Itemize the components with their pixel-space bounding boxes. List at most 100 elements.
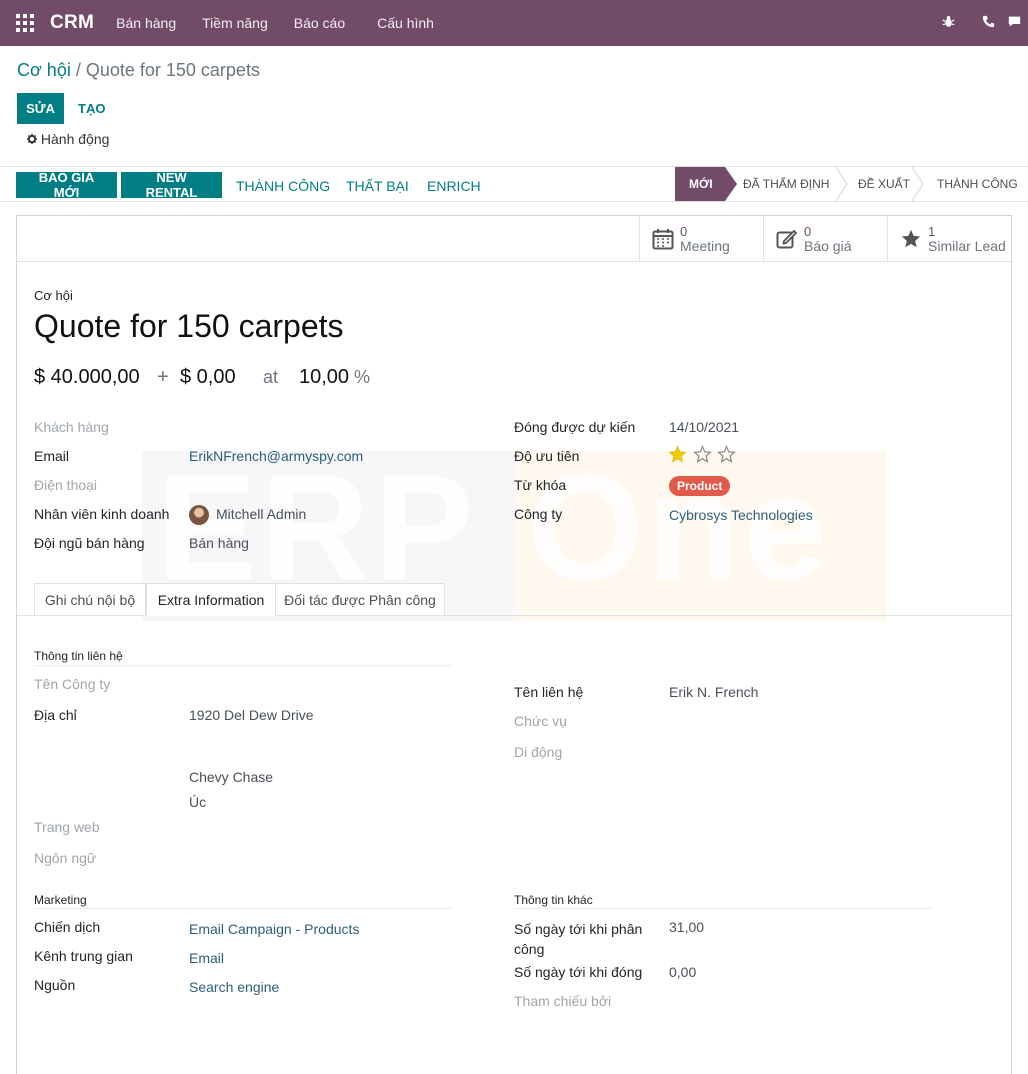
quotation-count: 0 [804, 223, 812, 239]
tags-label: Từ khóa [514, 477, 567, 493]
website-label: Trang web [34, 819, 100, 835]
medium-value[interactable]: Email [189, 950, 224, 966]
country-value[interactable]: Úc [189, 794, 206, 810]
job-position-label: Chức vụ [514, 713, 567, 729]
marketing-section-title: Marketing [34, 893, 87, 907]
app-brand[interactable]: CRM [50, 12, 94, 34]
probability-percent-sign: % [354, 367, 371, 387]
stage-separator [836, 167, 848, 201]
phone-label: Điện thoại [34, 477, 98, 493]
similar-lead-smart-button[interactable]: 1 Similar Lead [887, 216, 1011, 261]
expected-closing-label: Đóng được dự kiến [514, 419, 636, 435]
priority-label: Độ ưu tiên [514, 448, 580, 464]
tab-extra-information[interactable]: Extra Information [146, 583, 276, 616]
create-button[interactable]: TẠO [78, 101, 105, 116]
breadcrumb-parent[interactable]: Cơ hội [17, 60, 71, 80]
misc-section-title: Thông tin khác [514, 893, 593, 907]
revenue-at-label: at [263, 367, 279, 387]
company-label: Công ty [514, 506, 563, 522]
nav-menu-sales[interactable]: Bán hàng [116, 15, 176, 31]
stage-qualified-label: ĐÃ THẨM ĐỊNH [743, 177, 830, 191]
priority-star-empty-icon[interactable] [717, 445, 737, 464]
expected-closing-value[interactable]: 14/10/2021 [669, 419, 739, 435]
meeting-smart-button[interactable]: 0 Meeting [639, 216, 763, 261]
section-rule [514, 908, 932, 909]
star-icon [901, 229, 921, 247]
stage-new[interactable]: MỚI [675, 167, 737, 201]
tag-badge[interactable]: Product [669, 476, 731, 496]
enrich-button[interactable]: ENRICH [427, 178, 481, 194]
email-label: Email [34, 448, 70, 464]
edit-icon [776, 229, 798, 248]
stage-won[interactable]: THÀNH CÔNG [937, 167, 1018, 201]
new-rental-button[interactable]: NEW RENTAL [121, 170, 222, 200]
stage-new-label: MỚI [689, 177, 713, 191]
campaign-value[interactable]: Email Campaign - Products [189, 921, 359, 937]
action-menu-label: Hành động [40, 131, 110, 147]
mark-won-button[interactable]: THÀNH CÔNG [236, 178, 330, 194]
medium-label: Kênh trung gian [34, 948, 133, 964]
nav-menu-leads[interactable]: Tiềm năng [202, 15, 268, 31]
quotation-label: Báo giá [804, 237, 852, 254]
apps-menu-icon[interactable] [16, 14, 34, 32]
street-value[interactable]: 1920 Del Dew Drive [189, 707, 314, 723]
breadcrumb-current: Quote for 150 carpets [85, 60, 260, 80]
salesperson-value[interactable]: Mitchell Admin [216, 506, 306, 522]
record-type-label: Cơ hội [34, 288, 73, 303]
city-value[interactable]: Chevy Chase [189, 769, 273, 785]
contact-section-title: Thông tin liên hệ [34, 649, 123, 663]
tab-internal-notes[interactable]: Ghi chú nội bộ [34, 583, 146, 616]
contact-name-value[interactable]: Erik N. French [669, 684, 758, 700]
days-to-assign-label: Số ngày tới khi phân công [514, 921, 643, 957]
stage-proposition[interactable]: ĐỀ XUẤT [858, 167, 910, 201]
bug-icon[interactable] [928, 15, 968, 31]
new-quotation-button[interactable]: BÁO GIÁ MỚI [16, 170, 117, 200]
priority-star-empty-icon[interactable] [692, 445, 712, 464]
section-rule [34, 665, 452, 666]
days-to-close-value: 0,00 [669, 964, 697, 980]
stage-proposition-label: ĐỀ XUẤT [858, 177, 911, 191]
priority-widget [668, 445, 737, 467]
smart-button-box: 0 Meeting 0 Báo giá 1 Similar Lead [17, 216, 1011, 262]
calendar-icon [652, 228, 674, 249]
salesperson-label: Nhân viên kinh doanh [34, 506, 170, 522]
recurring-revenue[interactable]: $ 0,00 [180, 366, 236, 389]
customer-label: Khách hàng [34, 419, 109, 435]
tab-assigned-partner[interactable]: Đối tác được Phân công [275, 583, 445, 616]
meeting-count: 0 [680, 223, 688, 239]
form-sheet: ERP One 0 Meeting 0 Báo giá 1 Similar Lead … [16, 215, 1012, 1074]
breadcrumb: Cơ hội / Quote for 150 carpets [17, 60, 260, 81]
contact-name-label: Tên liên hệ [514, 684, 584, 700]
status-bar: BÁO GIÁ MỚI NEW RENTAL THÀNH CÔNG THẤT B… [0, 166, 1028, 202]
gear-icon [27, 131, 41, 147]
phone-icon[interactable] [968, 15, 1008, 31]
expected-revenue[interactable]: $ 40.000,00 [34, 366, 140, 389]
source-value[interactable]: Search engine [189, 979, 279, 995]
action-menu[interactable]: Hành động [27, 131, 109, 147]
priority-star-filled-icon[interactable] [668, 445, 687, 464]
campaign-label: Chiến dịch [34, 919, 101, 935]
days-to-close-label: Số ngày tới khi đóng [514, 964, 643, 980]
nav-menu-configuration[interactable]: Cấu hình [377, 15, 434, 31]
revenue-plus-sign: + [157, 366, 169, 388]
quotation-smart-button[interactable]: 0 Báo giá [763, 216, 887, 261]
opportunity-name[interactable]: Quote for 150 carpets [34, 308, 344, 345]
sales-team-label: Đội ngũ bán hàng [34, 535, 145, 551]
salesperson-avatar [189, 505, 209, 525]
stage-qualified[interactable]: ĐÃ THẨM ĐỊNH [743, 167, 829, 201]
probability-value[interactable]: 10,00 [299, 366, 349, 389]
similar-lead-count: 1 [928, 223, 936, 239]
mark-lost-button[interactable]: THẤT BẠI [346, 178, 409, 194]
section-rule [34, 908, 452, 909]
nav-menu-reporting[interactable]: Báo cáo [294, 15, 345, 31]
sales-team-value[interactable]: Bán hàng [189, 535, 249, 551]
company-value[interactable]: Cybrosys Technologies [669, 507, 813, 523]
stage-won-label: THÀNH CÔNG [937, 177, 1018, 191]
stage-separator [912, 167, 924, 201]
email-value[interactable]: ErikNFrench@armyspy.com [189, 448, 363, 464]
days-to-assign-value: 31,00 [669, 919, 705, 935]
edit-button[interactable]: SỬA [17, 93, 64, 124]
breadcrumb-separator: / [70, 60, 86, 80]
top-navbar: CRM Bán hàng Tiềm năng Báo cáo Cấu hình [0, 0, 1028, 46]
chat-icon[interactable] [1008, 15, 1028, 31]
